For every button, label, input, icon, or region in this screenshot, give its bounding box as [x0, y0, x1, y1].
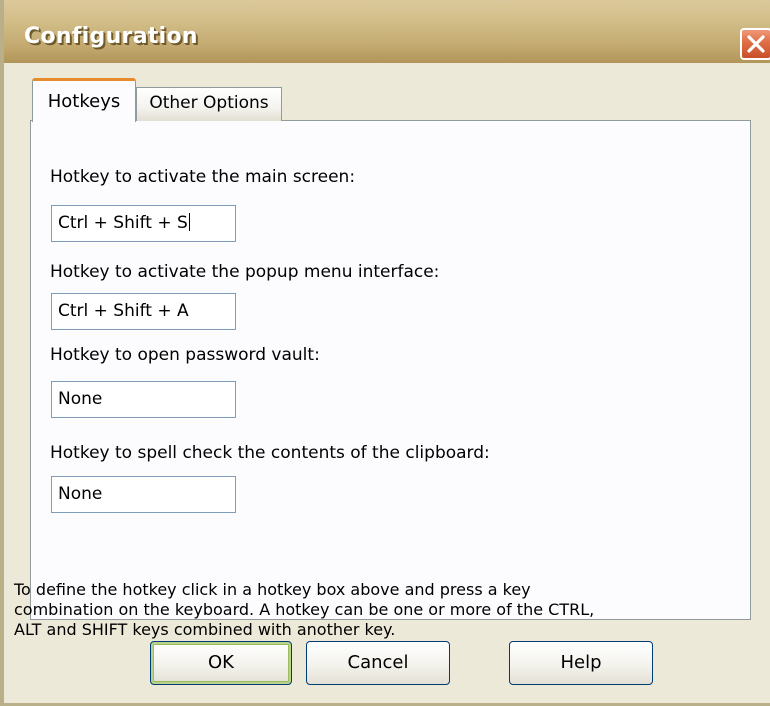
text-caret — [188, 213, 190, 231]
main-screen-hotkey-label: Hotkey to activate the main screen: — [50, 167, 356, 187]
hotkey-instructions: To define the hotkey click in a hotkey b… — [14, 580, 754, 640]
tab-other-options[interactable]: Other Options — [136, 87, 282, 121]
password-vault-hotkey-value: None — [58, 389, 103, 409]
password-vault-hotkey-input[interactable]: None — [51, 381, 236, 418]
instruction-line: combination on the keyboard. A hotkey ca… — [14, 600, 595, 619]
ok-button[interactable]: OK — [150, 641, 292, 685]
title-bar[interactable]: Configuration — [4, 0, 770, 63]
help-button[interactable]: Help — [509, 641, 653, 685]
close-x-icon — [747, 35, 765, 53]
main-screen-hotkey-input[interactable]: Ctrl + Shift + S — [51, 205, 236, 242]
instruction-line: To define the hotkey click in a hotkey b… — [14, 580, 531, 599]
spell-check-hotkey-input[interactable]: None — [51, 476, 236, 513]
password-vault-hotkey-label: Hotkey to open password vault: — [50, 345, 320, 365]
popup-menu-hotkey-input[interactable]: Ctrl + Shift + A — [51, 293, 236, 330]
configuration-dialog: Configuration Hotkeys Other Options Hotk… — [0, 0, 770, 706]
cancel-button[interactable]: Cancel — [306, 641, 450, 685]
hotkeys-tab-panel: Hotkey to activate the main screen: Ctrl… — [30, 120, 751, 620]
popup-menu-hotkey-value: Ctrl + Shift + A — [58, 301, 189, 321]
close-button[interactable] — [740, 28, 770, 60]
spell-check-hotkey-value: None — [58, 484, 103, 504]
window-title: Configuration — [24, 24, 198, 49]
instruction-line: ALT and SHIFT keys combined with another… — [14, 620, 396, 639]
main-screen-hotkey-value: Ctrl + Shift + S — [58, 213, 188, 233]
spell-check-hotkey-label: Hotkey to spell check the contents of th… — [50, 443, 490, 463]
tab-hotkeys[interactable]: Hotkeys — [32, 78, 136, 122]
popup-menu-hotkey-label: Hotkey to activate the popup menu interf… — [50, 262, 440, 282]
